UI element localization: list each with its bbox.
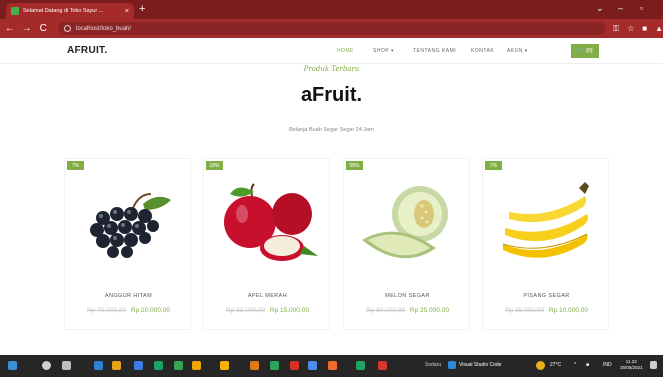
old-price: Rp 35.000,00	[505, 307, 545, 314]
product-name[interactable]: MELON SEGAR	[344, 293, 471, 299]
browser-toolbar: ← → C localhost/toko_buah/ ⚿ ☆ ■ ▲	[0, 19, 663, 38]
menu-item-about[interactable]: TENTANG KAMI	[413, 48, 471, 54]
cart-icon: 🛒	[577, 48, 585, 54]
bananas-image[interactable]	[491, 174, 603, 270]
app-icon[interactable]	[328, 361, 337, 370]
app-icon[interactable]	[94, 361, 103, 370]
screen: Selamat Datang di Toko Sayur ... × + ⌄ –…	[0, 0, 663, 377]
product-price: Rp 60.000,00 Rp 25.000,00	[344, 307, 471, 314]
section-subtitle: Produk Terbaru	[303, 65, 360, 73]
product-price: Rp 70.000,00 Rp 20.000,00	[65, 307, 192, 314]
menu-item-shop[interactable]: SHOP ▾	[373, 48, 413, 54]
vscode-icon[interactable]	[448, 361, 456, 369]
new-price: Rp 10.000,00	[548, 307, 588, 314]
product-card[interactable]: 7% ANGGUR HITAM Rp 70.000,00 Rp 20.000,0…	[64, 158, 191, 330]
clock[interactable]: 11.22 25/05/2021	[620, 359, 643, 371]
site-menu: HOME SHOP ▾ TENTANG KAMI KONTAK AKUN ▾	[337, 48, 537, 54]
discount-badge: 7%	[485, 161, 502, 170]
extension-icon[interactable]: ■	[642, 24, 647, 33]
new-price: Rp 25.000,00	[409, 307, 449, 314]
explorer-icon[interactable]	[112, 361, 121, 370]
new-tab-button[interactable]: +	[139, 3, 145, 15]
new-price: Rp 20.000,00	[130, 307, 170, 314]
notification-icon[interactable]	[650, 361, 657, 369]
star-icon[interactable]: ☆	[627, 24, 634, 33]
discount-badge: 18%	[206, 161, 223, 170]
product-name[interactable]: PISANG SEGAR	[483, 293, 610, 299]
menu-item-home[interactable]: HOME	[337, 48, 373, 54]
app-icon[interactable]	[270, 361, 279, 370]
app-icon[interactable]	[356, 361, 365, 370]
network-icon[interactable]: ■	[586, 362, 589, 368]
cart-button[interactable]: 🛒 [0]	[571, 44, 599, 58]
tab-search-icon[interactable]: ⌄	[596, 3, 604, 14]
melon-image[interactable]	[352, 174, 464, 270]
old-price: Rp 70.000,00	[87, 307, 127, 314]
chrome-icon[interactable]	[174, 361, 183, 370]
site-favicon-icon	[11, 7, 19, 15]
grapes-image[interactable]	[73, 174, 185, 270]
old-price: Rp 33.000,00	[226, 307, 266, 314]
discount-badge: 58%	[346, 161, 363, 170]
product-card[interactable]: 7% PISANG SEGAR Rp 35.000,00 Rp 10.000,0…	[482, 158, 609, 330]
forward-button[interactable]: →	[20, 23, 34, 34]
key-icon[interactable]: ⚿	[613, 24, 619, 34]
start-icon[interactable]	[8, 361, 17, 370]
product-name[interactable]: APEL MERAH	[204, 293, 331, 299]
taskbar-search-label[interactable]: Sodaru	[425, 362, 441, 368]
app-icon[interactable]	[308, 361, 317, 370]
product-card[interactable]: 18% APEL MERAH Rp 33.000,00 Rp 15.000,00	[203, 158, 330, 330]
taskbar: Sodaru Visual Studio Code 27°C ^ ■ IND 1…	[0, 355, 663, 377]
browser-tab-strip: Selamat Datang di Toko Sayur ... × + ⌄ –…	[0, 0, 663, 19]
url-text: localhost/toko_buah/	[76, 25, 132, 32]
tab-title: Selamat Datang di Toko Sayur ...	[23, 8, 104, 14]
tab-close-icon[interactable]: ×	[125, 8, 129, 15]
weather-icon[interactable]	[536, 361, 545, 370]
app-icon[interactable]	[154, 361, 163, 370]
clock-date: 25/05/2021	[620, 365, 643, 370]
product-name[interactable]: ANGGUR HITAM	[65, 293, 192, 299]
menu-item-contact[interactable]: KONTAK	[471, 48, 507, 54]
weather-text[interactable]: 27°C	[550, 362, 561, 368]
maximize-button[interactable]: ▫	[640, 3, 643, 14]
site-navbar: AFRUIT. HOME SHOP ▾ TENTANG KAMI KONTAK …	[0, 38, 663, 64]
product-price: Rp 35.000,00 Rp 10.000,00	[483, 307, 610, 314]
app-icon[interactable]	[250, 361, 259, 370]
discount-badge: 7%	[67, 161, 84, 170]
taskbar-app-label[interactable]: Visual Studio Code	[459, 362, 501, 368]
tray-chevron-icon[interactable]: ^	[574, 362, 576, 368]
site-logo[interactable]: AFRUIT.	[67, 45, 107, 56]
back-button[interactable]: ←	[3, 23, 17, 34]
section-tagline: Belanja Buah Segar Segar 24 Jam	[289, 127, 374, 133]
product-card[interactable]: 58% MELON SEGAR Rp 60.000,00 Rp 25.000,0…	[343, 158, 470, 330]
profile-icon[interactable]: ▲	[655, 24, 663, 33]
address-bar[interactable]: localhost/toko_buah/	[58, 22, 605, 35]
app-icon[interactable]	[220, 361, 229, 370]
reload-button[interactable]: C	[36, 23, 50, 34]
app-icon[interactable]	[192, 361, 201, 370]
task-view-icon[interactable]	[62, 361, 71, 370]
product-price: Rp 33.000,00 Rp 15.000,00	[204, 307, 331, 314]
new-price: Rp 15.000,00	[269, 307, 309, 314]
browser-tab[interactable]: Selamat Datang di Toko Sayur ... ×	[6, 3, 134, 19]
menu-item-account[interactable]: AKUN ▾	[507, 48, 537, 54]
apples-image[interactable]	[212, 174, 324, 270]
app-icon[interactable]	[290, 361, 299, 370]
app-icon[interactable]	[378, 361, 387, 370]
site-info-icon[interactable]	[64, 25, 72, 32]
search-icon[interactable]	[42, 361, 51, 370]
app-icon[interactable]	[134, 361, 143, 370]
minimize-button[interactable]: –	[618, 3, 623, 14]
old-price: Rp 60.000,00	[366, 307, 406, 314]
cart-count: [0]	[586, 48, 593, 54]
language-indicator[interactable]: IND	[603, 362, 612, 368]
section-title: aFruit.	[300, 84, 363, 106]
